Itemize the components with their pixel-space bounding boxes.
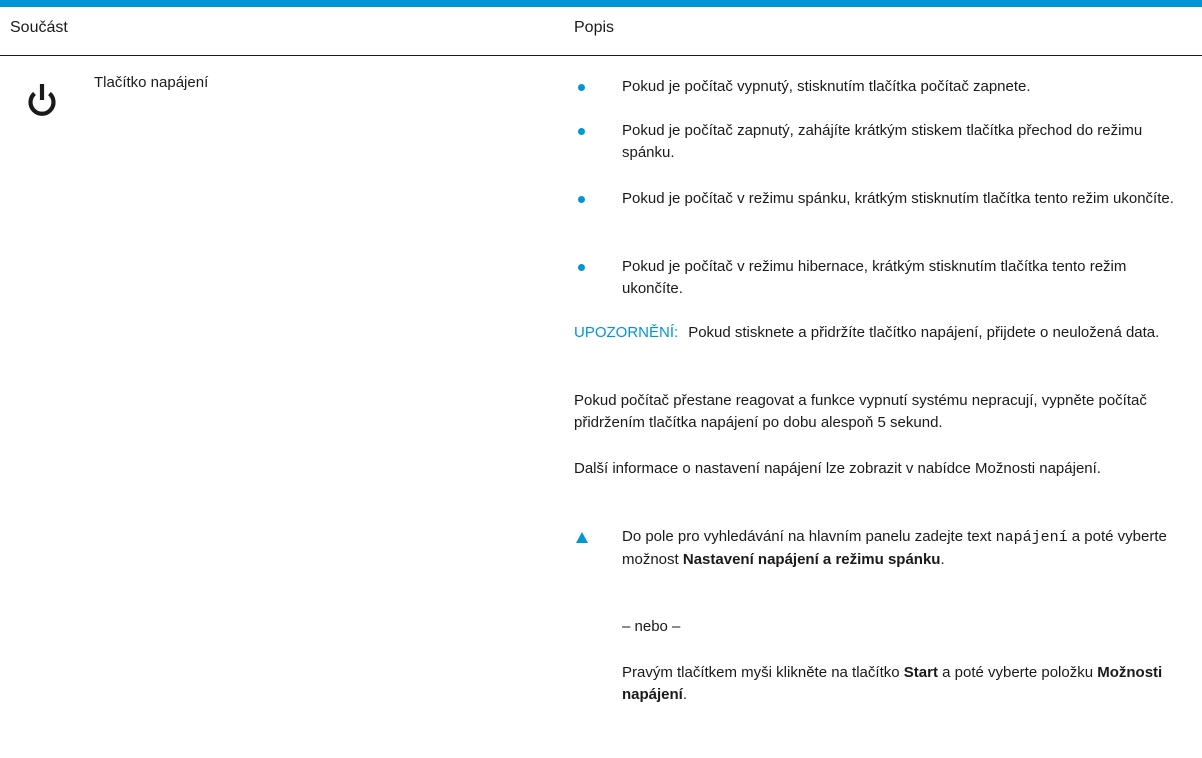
column-header-description: Popis (574, 19, 615, 36)
or-separator: – nebo – (622, 618, 681, 635)
list-item: Pokud je počítač v režimu spánku, krátký… (574, 188, 1184, 234)
start-button-name: Start (903, 664, 938, 681)
bullet-text: Pokud je počítač vypnutý, stisknutím tla… (622, 78, 1031, 95)
search-term: napájení (995, 529, 1068, 546)
bullet-icon (578, 84, 585, 91)
bullet-icon (578, 264, 585, 271)
step-item: Do pole pro vyhledávání na hlavním panel… (574, 526, 1184, 596)
list-item: Pokud je počítač vypnutý, stisknutím tla… (574, 76, 1184, 100)
column-header-component: Součást (10, 19, 68, 36)
bullet-icon (578, 128, 585, 135)
step-triangle-icon (576, 532, 588, 543)
top-accent-rule (0, 0, 1202, 7)
option-name: Nastavení napájení a režimu spánku (682, 551, 941, 568)
bullet-text: Pokud je počítač v režimu hibernace, krá… (622, 258, 1127, 297)
step-text: Do pole pro vyhledávání na hlavním panel… (622, 528, 1167, 568)
bullet-text: Pokud je počítač v režimu spánku, krátký… (622, 190, 1174, 207)
power-icon (28, 84, 56, 116)
caution-note: UPOZORNĚNÍ: Pokud stisknete a přidržíte t… (574, 322, 1184, 344)
alternative-step: Pravým tlačítkem myši klikněte na tlačít… (622, 664, 1163, 703)
bullet-text: Pokud je počítač zapnutý, zahájíte krátk… (622, 122, 1143, 161)
bullet-icon (578, 196, 585, 203)
paragraph-more-info: Další informace o nastavení napájení lze… (574, 460, 1101, 477)
header-divider (0, 55, 1202, 56)
caution-text: Pokud stisknete a přidržíte tlačítko nap… (688, 324, 1160, 341)
table-header: Součást Popis (0, 7, 1202, 56)
caution-label: UPOZORNĚNÍ: (574, 324, 679, 341)
paragraph-unresponsive: Pokud počítač přestane reagovat a funkce… (574, 392, 1147, 431)
component-name: Tlačítko napájení (94, 74, 209, 91)
list-item: Pokud je počítač v režimu hibernace, krá… (574, 256, 1184, 302)
list-item: Pokud je počítač zapnutý, zahájíte krátk… (574, 120, 1184, 166)
